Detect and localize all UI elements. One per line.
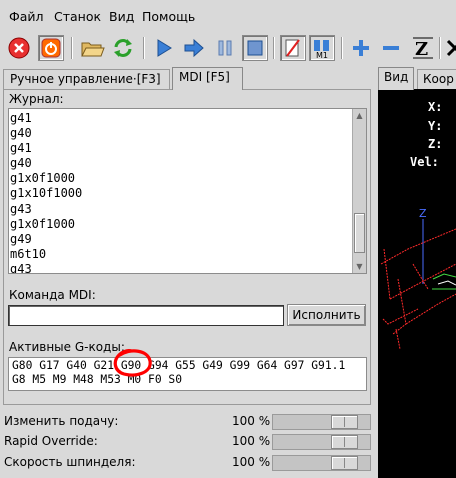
- journal-line: g1x0f1000: [10, 216, 76, 231]
- override-slider[interactable]: [272, 455, 371, 471]
- journal-line: g40: [10, 156, 32, 171]
- override-value: 100 %: [232, 414, 271, 428]
- zoom-in-icon[interactable]: [348, 35, 374, 61]
- scroll-up-icon[interactable]: ▲: [354, 110, 365, 121]
- open-file-icon[interactable]: [79, 35, 105, 61]
- preview-canvas[interactable]: X: Y: Z: Vel: Z: [378, 89, 456, 478]
- journal-line: g43: [10, 261, 32, 274]
- journal-line: g40: [10, 126, 32, 141]
- step-icon[interactable]: [181, 35, 207, 61]
- journal-line: g41: [10, 111, 32, 125]
- stop-icon[interactable]: [242, 35, 268, 61]
- power-icon[interactable]: [38, 35, 64, 61]
- mdi-command-label: Команда MDI:: [9, 288, 96, 302]
- journal-line: m6t10: [10, 246, 47, 261]
- active-gcodes-display: G80 G17 G40 G21 G90 G94 G55 G49 G99 G64 …: [8, 357, 367, 391]
- highlight-circle-annotation: [113, 349, 152, 377]
- menu-machine[interactable]: Станок: [54, 9, 101, 24]
- run-icon[interactable]: [151, 35, 177, 61]
- override-slider-handle[interactable]: [331, 435, 358, 449]
- override-value: 100 %: [232, 455, 271, 469]
- tab-mdi-label: MDI [F5]: [179, 70, 230, 84]
- tab-manual-label: Ручное управление·[F3]: [10, 72, 161, 86]
- toolbar-separator: [273, 37, 275, 59]
- m1-label: M1: [316, 51, 328, 60]
- tab-manual[interactable]: Ручное управление·[F3]: [3, 69, 170, 89]
- tab-mdi[interactable]: MDI [F5]: [172, 67, 243, 90]
- scroll-thumb[interactable]: [354, 213, 365, 253]
- reload-icon[interactable]: [110, 35, 136, 61]
- toolbar-separator: [439, 37, 441, 59]
- journal-line: g1x10f1000: [10, 186, 83, 201]
- mdi-command-input[interactable]: [8, 305, 284, 326]
- journal-line: g1x0f1000: [10, 171, 76, 186]
- menu-view[interactable]: Вид: [109, 9, 134, 24]
- active-gcodes-label: Активные G-коды:: [9, 340, 125, 354]
- journal-line: g43: [10, 201, 32, 216]
- override-value: 100 %: [232, 434, 271, 448]
- override-slider-handle[interactable]: [331, 415, 358, 429]
- menu-help[interactable]: Помощь: [142, 9, 195, 24]
- tab-preview[interactable]: Вид: [378, 67, 414, 90]
- toolbar: M1 Z: [0, 33, 456, 65]
- journal-line: g49: [10, 231, 32, 246]
- optional-stop-icon[interactable]: M1: [309, 35, 335, 61]
- override-label: Скорость шпинделя:: [4, 455, 136, 469]
- toolbar-separator: [71, 37, 73, 59]
- tab-coords-label: Коор: [423, 72, 454, 86]
- toolbar-separator: [341, 37, 343, 59]
- menu-file[interactable]: Файл: [9, 9, 44, 24]
- svg-text:Z: Z: [415, 39, 428, 60]
- journal-label: Журнал:: [9, 92, 64, 106]
- active-gcodes-line-2: G8 M5 M9 M48 M53 M0 F0 S0: [12, 373, 183, 386]
- tab-coords[interactable]: Коор: [417, 69, 456, 89]
- pause-icon[interactable]: [212, 35, 238, 61]
- scroll-down-icon[interactable]: ▼: [354, 261, 365, 272]
- active-gcodes-line-1: G80 G17 G40 G21 G90 G94 G55 G49 G99 G64 …: [12, 359, 346, 372]
- journal-lines: g41 g40 g41 g40 g1x0f1000 g1x10f1000 g43 g1x0f1…: [9, 111, 83, 274]
- override-label: Rapid Override:: [4, 434, 98, 448]
- journal-list[interactable]: g41 g40 g41 g40 g1x0f1000 g1x10f1000 g43 g1x0f1…: [8, 108, 367, 274]
- menu-bar: Файл Станок Вид Помощь: [0, 0, 456, 33]
- override-slider-handle[interactable]: [331, 456, 358, 470]
- execute-button[interactable]: Исполнить: [287, 304, 366, 326]
- axis-z-label: Z: [419, 207, 427, 220]
- toolbar-separator: [143, 37, 145, 59]
- override-label: Изменить подачу:: [4, 414, 119, 428]
- override-slider[interactable]: [272, 414, 371, 430]
- block-delete-icon[interactable]: [280, 35, 306, 61]
- journal-scrollbar[interactable]: ▲ ▼: [352, 109, 366, 273]
- journal-line: g41: [10, 141, 32, 156]
- toolpath-plot: Z: [380, 207, 456, 350]
- zoom-out-icon[interactable]: [378, 35, 404, 61]
- view-z-icon[interactable]: Z: [410, 35, 436, 61]
- override-slider[interactable]: [272, 434, 371, 450]
- view-x-icon[interactable]: [444, 35, 456, 61]
- estop-icon[interactable]: [6, 35, 32, 61]
- tab-preview-label: Вид: [384, 70, 409, 84]
